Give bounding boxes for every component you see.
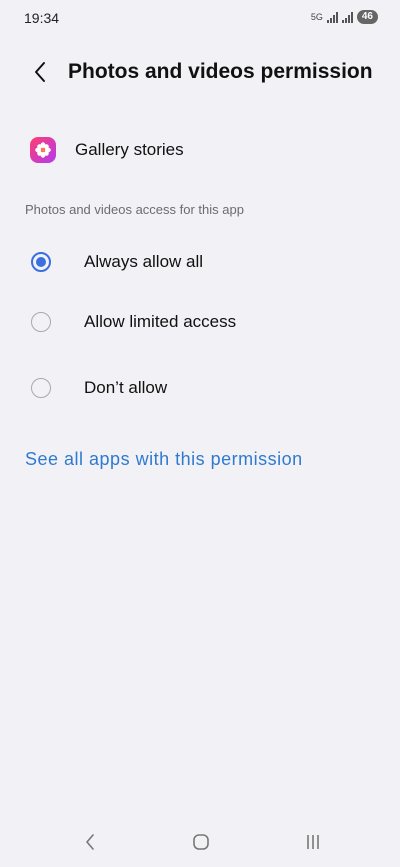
signal-icon-secondary xyxy=(341,11,353,23)
option-label: Don’t allow xyxy=(84,378,168,397)
network-type-label: 5G xyxy=(310,11,323,22)
app-row: Gallery stories xyxy=(30,134,184,166)
chevron-left-icon xyxy=(35,62,45,82)
status-bar: 19:34 5G 46 xyxy=(0,0,400,36)
back-button[interactable] xyxy=(26,58,54,86)
radio-dont-allow[interactable] xyxy=(31,378,51,398)
option-dont-allow[interactable]: Don’t allow xyxy=(0,362,400,414)
nav-home-button[interactable] xyxy=(181,827,221,857)
option-label: Allow limited access xyxy=(84,312,237,331)
nav-back-button[interactable] xyxy=(70,827,110,857)
app-name: Gallery stories xyxy=(75,140,184,159)
page-title: Photos and videos permission xyxy=(68,60,373,83)
navigation-bar xyxy=(0,817,400,867)
see-all-apps-link[interactable]: See all apps with this permission xyxy=(25,449,303,470)
nav-back-icon xyxy=(86,834,94,850)
radio-always-allow-all[interactable] xyxy=(31,252,51,272)
flower-app-icon xyxy=(30,137,56,163)
header: Photos and videos permission xyxy=(0,50,400,94)
section-label: Photos and videos access for this app xyxy=(25,202,244,217)
signal-icon xyxy=(326,11,338,23)
nav-home-icon xyxy=(193,834,209,850)
battery-badge: 46 xyxy=(356,10,378,24)
status-icons: 5G 46 xyxy=(311,10,378,24)
option-label: Always allow all xyxy=(84,252,204,271)
option-always-allow-all[interactable]: Always allow all xyxy=(0,236,400,288)
nav-recents-button[interactable] xyxy=(293,827,333,857)
radio-allow-limited-access[interactable] xyxy=(31,312,51,332)
option-allow-limited-access[interactable]: Allow limited access xyxy=(0,296,400,348)
nav-recents-icon xyxy=(307,835,319,849)
status-time: 19:34 xyxy=(24,10,60,26)
